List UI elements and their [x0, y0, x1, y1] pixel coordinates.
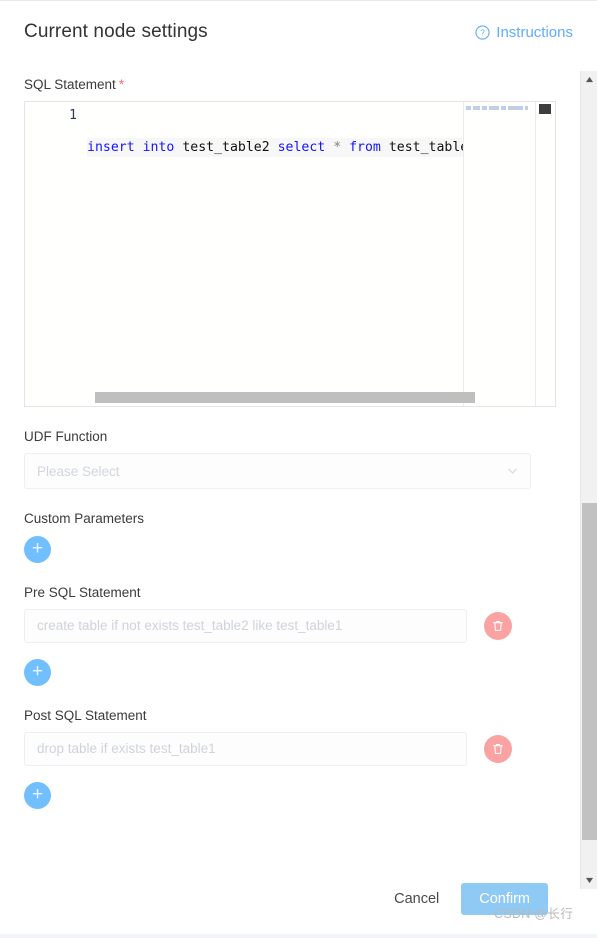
- dialog-footer: Cancel Confirm: [0, 874, 572, 938]
- post-sql-statement-input[interactable]: [24, 731, 467, 766]
- editor-gutter: 1: [25, 102, 87, 407]
- chevron-down-icon: [506, 465, 519, 478]
- udf-function-label: UDF Function: [24, 429, 108, 445]
- sql-code-editor[interactable]: 1 insert into test_table2 select * from …: [24, 101, 556, 408]
- editor-vertical-scrollbar[interactable]: [535, 102, 555, 407]
- minimap-code-line: [466, 106, 528, 111]
- required-asterisk: *: [118, 77, 125, 92]
- scroll-down-arrow-icon[interactable]: [581, 872, 597, 889]
- post-sql-statement-field: Post SQL Statement +: [24, 708, 548, 809]
- pre-sql-statement-row: [24, 608, 548, 643]
- pre-sql-statement-input[interactable]: [24, 608, 467, 643]
- add-custom-parameter-button[interactable]: +: [24, 535, 51, 563]
- page-title: Current node settings: [24, 21, 208, 42]
- sql-token: into: [142, 140, 175, 156]
- pre-sql-statement-field: Pre SQL Statement +: [24, 585, 548, 686]
- bottom-strip: [0, 934, 597, 938]
- instructions-link[interactable]: ? Instructions: [475, 24, 573, 41]
- sql-statement-field: SQL Statement * 1 insert into test_table2…: [24, 77, 556, 408]
- pre-sql-add-row: +: [24, 658, 548, 686]
- page-scrollbar-thumb[interactable]: [582, 503, 597, 840]
- page-scrollbar[interactable]: [580, 71, 597, 889]
- pre-sql-statement-label: Pre SQL Statement: [24, 584, 141, 600]
- question-circle-icon: ?: [475, 24, 490, 40]
- sql-token: insert: [87, 140, 135, 156]
- add-post-sql-button[interactable]: +: [24, 781, 51, 809]
- editor-minimap[interactable]: [463, 102, 535, 407]
- dialog-header: Current node settings ? Instructions: [0, 1, 597, 63]
- delete-pre-sql-button[interactable]: [484, 611, 512, 640]
- instructions-label: Instructions: [496, 23, 573, 41]
- post-sql-statement-label: Post SQL Statement: [24, 707, 147, 723]
- plus-icon: +: [31, 537, 44, 559]
- post-sql-add-row: +: [24, 781, 548, 809]
- udf-function-placeholder: Please Select: [37, 463, 120, 479]
- current-node-settings-dialog: Current node settings ? Instructions SQL…: [0, 0, 597, 938]
- code-line-1: insert into test_table2 select * from te…: [87, 138, 485, 158]
- custom-parameters-field: Custom Parameters +: [24, 511, 548, 563]
- udf-function-field: UDF Function Please Select: [24, 429, 548, 490]
- sql-token: from: [349, 140, 381, 156]
- udf-function-select[interactable]: Please Select: [24, 453, 531, 490]
- confirm-button[interactable]: Confirm: [461, 883, 548, 915]
- editor-vertical-scrollbar-thumb[interactable]: [539, 104, 551, 115]
- cancel-button[interactable]: Cancel: [386, 885, 447, 913]
- custom-parameters-label: Custom Parameters: [24, 511, 145, 527]
- dialog-body: SQL Statement * 1 insert into test_table2…: [0, 63, 572, 875]
- plus-icon: +: [31, 783, 44, 805]
- editor-line-number: 1: [69, 108, 77, 124]
- delete-post-sql-button[interactable]: [484, 734, 512, 763]
- editor-horizontal-scrollbar[interactable]: [95, 392, 475, 404]
- plus-icon: +: [31, 660, 44, 682]
- sql-statement-label: SQL Statement *: [24, 77, 125, 92]
- post-sql-statement-row: [24, 731, 548, 766]
- add-pre-sql-button[interactable]: +: [24, 658, 51, 686]
- svg-text:?: ?: [481, 28, 486, 37]
- sql-token: select: [277, 140, 326, 156]
- scroll-up-arrow-icon[interactable]: [581, 71, 597, 88]
- sql-token: test_table2: [182, 140, 270, 156]
- sql-token: *: [333, 140, 342, 156]
